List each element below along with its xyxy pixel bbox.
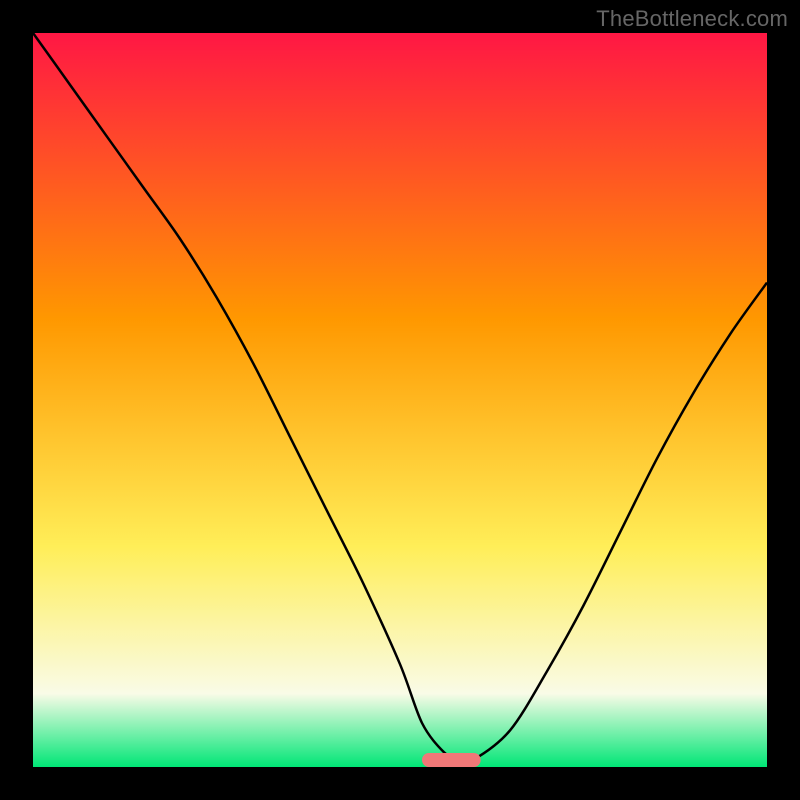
chart-frame: TheBottleneck.com: [0, 0, 800, 800]
watermark-text: TheBottleneck.com: [596, 6, 788, 32]
plot-area: [33, 33, 767, 767]
gradient-background: [33, 33, 767, 767]
optimal-zone-marker: [422, 753, 481, 767]
chart-svg: [33, 33, 767, 767]
